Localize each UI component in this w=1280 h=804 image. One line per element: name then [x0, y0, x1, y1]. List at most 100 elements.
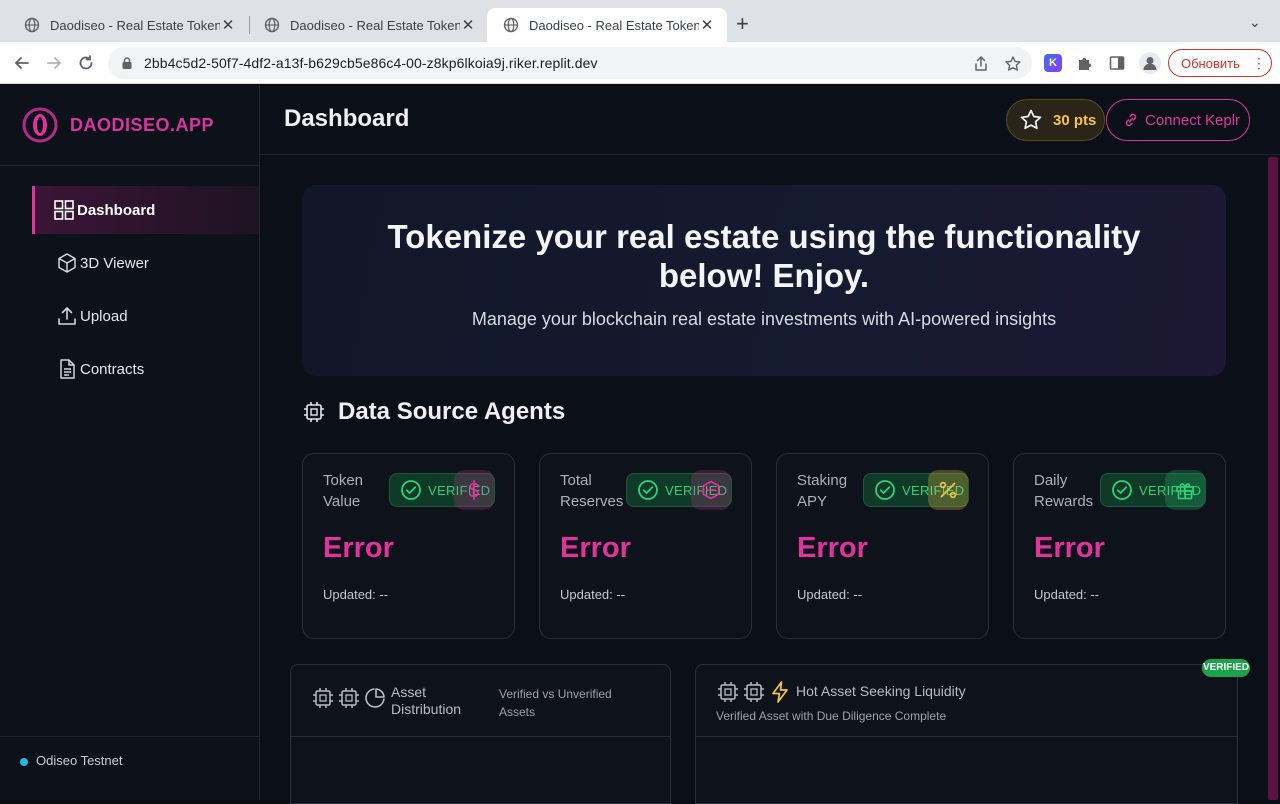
sidebar: DAODISEO.APP Dashboard 3D Viewer Upload … [0, 85, 260, 800]
globe-icon [264, 17, 280, 33]
sidebar-item-label: Contracts [80, 360, 145, 378]
sidebar-item-label: 3D Viewer [80, 254, 149, 272]
card-value: Error [323, 532, 394, 564]
update-label: Обновить [1181, 55, 1240, 71]
topbar: Dashboard 30 pts Connect Keplr [260, 85, 1280, 155]
forward-arrow-icon[interactable] [44, 53, 64, 73]
update-browser-button[interactable]: Обновить ⋮ [1168, 49, 1272, 77]
agent-card-daily-rewards[interactable]: Daily Rewards VERIFIED Error Updated: -- [1013, 453, 1226, 639]
network-label: Odiseo Testnet [36, 753, 123, 768]
card-value: Error [560, 532, 631, 564]
connect-keplr-label: Connect Keplr [1145, 111, 1241, 129]
url-text: 2bb4c5d2-50f7-4df2-a13f-b629cb5e86c4-00-… [144, 55, 598, 71]
check-circle-icon [875, 480, 895, 500]
back-arrow-icon[interactable] [12, 53, 32, 73]
card-updated: Updated: -- [323, 587, 389, 602]
sidebar-item-label: Upload [80, 307, 128, 325]
metric-icon-box [928, 470, 968, 510]
globe-icon [24, 17, 40, 33]
cpu-icon [744, 682, 764, 702]
profile-avatar[interactable] [1139, 52, 1161, 74]
metric-icon-box [691, 470, 731, 510]
agent-card-staking-apy[interactable]: Staking APY VERIFIED Error Updated: -- [776, 453, 989, 639]
close-icon[interactable]: ✕ [220, 16, 236, 34]
pie-chart-icon [365, 688, 385, 708]
metric-icon-box [454, 470, 494, 510]
app-root: DAODISEO.APP Dashboard 3D Viewer Upload … [0, 85, 1280, 804]
panel-subtitle: Verified vs Unverified Assets [499, 687, 612, 719]
cube-icon [58, 253, 76, 273]
browser-tab-1[interactable]: Daodiseo - Real Estate Tokeniz ✕ [8, 8, 248, 42]
check-circle-icon [638, 480, 658, 500]
sidebar-item-3d-viewer[interactable]: 3D Viewer [32, 239, 259, 287]
section-title: Data Source Agents [338, 398, 566, 425]
hot-asset-panel: Hot Asset Seeking Liquidity Verified Ass… [695, 664, 1238, 804]
card-value: Error [797, 532, 868, 564]
sidebar-item-contracts[interactable]: Contracts [32, 345, 259, 393]
sidebar-item-dashboard[interactable]: Dashboard [32, 186, 259, 234]
browser-tabstrip: Daodiseo - Real Estate Tokeniz ✕ Daodise… [0, 0, 1280, 42]
share-icon[interactable] [972, 55, 990, 73]
points-button[interactable]: 30 pts [1006, 99, 1105, 141]
card-updated: Updated: -- [797, 587, 863, 602]
puzzle-icon[interactable] [1076, 54, 1094, 72]
browser-tab-2[interactable]: Daodiseo - Real Estate Tokeniz ✕ [248, 8, 488, 42]
card-label: Daily Rewards [1034, 472, 1094, 510]
check-circle-icon [401, 480, 421, 500]
agent-card-total-reserves[interactable]: Total Reserves VERIFIED Error Updated: -… [539, 453, 752, 639]
side-panel-icon[interactable] [1108, 54, 1126, 72]
asset-distribution-panel: Asset Distribution Verified vs Unverifie… [290, 664, 671, 804]
lock-icon [122, 57, 132, 69]
divider [0, 165, 259, 166]
brand[interactable]: DAODISEO.APP [22, 107, 214, 143]
address-bar[interactable]: 2bb4c5d2-50f7-4df2-a13f-b629cb5e86c4-00-… [108, 47, 1032, 79]
close-icon[interactable]: ✕ [699, 16, 715, 34]
cpu-icon [304, 402, 324, 422]
panel-title: Hot Asset Seeking Liquidity [796, 683, 966, 699]
hero-title: Tokenize your real estate using the func… [387, 218, 1141, 294]
link-icon [1125, 113, 1137, 127]
lightning-icon [772, 681, 788, 703]
connect-keplr-button[interactable]: Connect Keplr [1106, 99, 1250, 141]
upload-icon [58, 307, 76, 325]
page-title: Dashboard [284, 105, 410, 132]
star-icon [1020, 109, 1042, 130]
hero-banner: Tokenize your real estate using the func… [302, 185, 1226, 376]
dollar-icon [468, 480, 479, 500]
card-value: Error [1034, 532, 1105, 564]
cpu-icon [339, 688, 359, 708]
daodiseo-logo-icon [22, 107, 58, 143]
bookmark-star-icon[interactable] [1004, 55, 1022, 73]
tab-search-button[interactable]: ⌄ [1249, 14, 1261, 31]
percent-icon [939, 481, 957, 499]
cpu-icon [313, 688, 333, 708]
agent-card-token-value[interactable]: Token Value VERIFIED Error Updated: -- [302, 453, 515, 639]
tab-title: Daodiseo - Real Estate Tokeniz [50, 17, 220, 33]
verified-badge-floating: VERIFIED [1202, 659, 1250, 677]
cpu-icon [718, 682, 738, 702]
panel-header: Hot Asset Seeking Liquidity Verified Ass… [696, 665, 1237, 737]
globe-icon [503, 17, 519, 33]
sidebar-item-upload[interactable]: Upload [32, 292, 259, 340]
card-updated: Updated: -- [1034, 587, 1100, 602]
panel-title: Asset Distribution [391, 684, 462, 717]
panel-icons [311, 686, 387, 710]
reload-icon[interactable] [76, 53, 96, 73]
card-label: Token Value [323, 472, 364, 510]
panel-icons [716, 680, 792, 704]
points-value: 30 pts [1053, 111, 1097, 129]
brand-name: DAODISEO.APP [70, 114, 215, 135]
card-label: Total Reserves [560, 472, 624, 510]
tab-title: Daodiseo - Real Estate Tokeniz [290, 17, 460, 33]
card-label: Staking APY [797, 472, 848, 510]
tab-title: Daodiseo - Real Estate Tokeniz [529, 17, 699, 33]
scrollbar-thumb[interactable] [1268, 157, 1278, 800]
gift-icon [1176, 483, 1194, 500]
keplr-extension-icon[interactable]: K [1044, 54, 1062, 72]
close-icon[interactable]: ✕ [460, 16, 476, 34]
browser-tab-3-active[interactable]: Daodiseo - Real Estate Tokeniz ✕ [487, 8, 727, 42]
new-tab-button[interactable]: + [736, 13, 749, 35]
kebab-menu-icon[interactable]: ⋮ [1252, 55, 1266, 72]
network-status-dot [20, 758, 28, 766]
hero-subtitle: Manage your blockchain real estate inves… [471, 309, 1057, 329]
